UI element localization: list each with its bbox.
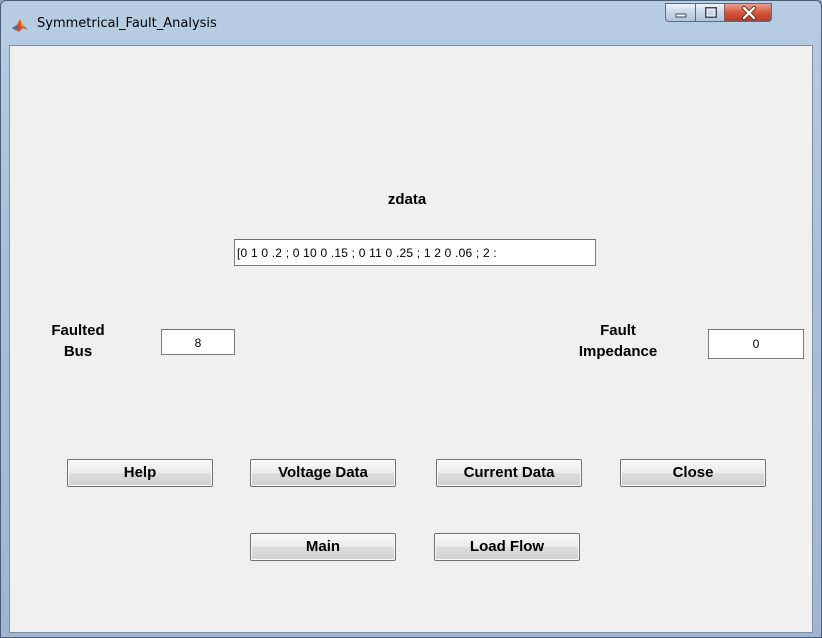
close-button[interactable]: Close <box>620 459 766 487</box>
zdata-input[interactable]: [0 1 0 .2 ; 0 10 0 .15 ; 0 11 0 .25 ; 1 … <box>234 239 596 266</box>
app-window: Symmetrical_Fault_Analysis zdata [0 1 0 … <box>0 0 822 638</box>
close-window-button[interactable] <box>724 3 772 22</box>
maximize-button[interactable] <box>695 3 725 22</box>
main-button[interactable]: Main <box>250 533 396 561</box>
current-data-button[interactable]: Current Data <box>436 459 582 487</box>
faulted-bus-label-line2: Bus <box>63 343 93 360</box>
fault-impedance-input[interactable]: 0 <box>708 329 804 359</box>
help-button[interactable]: Help <box>67 459 213 487</box>
fault-impedance-label-line2: Impedance <box>578 343 658 360</box>
minimize-button[interactable] <box>665 3 696 22</box>
faulted-bus-label: Faulted Bus <box>38 320 118 362</box>
figure-panel: zdata [0 1 0 .2 ; 0 10 0 .15 ; 0 11 0 .2… <box>9 45 813 633</box>
window-title: Symmetrical_Fault_Analysis <box>37 16 217 31</box>
title-bar[interactable]: Symmetrical_Fault_Analysis <box>1 1 821 43</box>
maximize-icon <box>705 7 717 18</box>
fault-impedance-label: Fault Impedance <box>566 320 670 362</box>
matlab-logo-icon <box>12 19 28 32</box>
faulted-bus-input[interactable]: 8 <box>161 329 235 355</box>
fault-impedance-label-line1: Fault <box>600 322 636 339</box>
minimize-icon <box>675 13 687 18</box>
close-icon <box>742 6 756 20</box>
voltage-data-button[interactable]: Voltage Data <box>250 459 396 487</box>
load-flow-button[interactable]: Load Flow <box>434 533 580 561</box>
faulted-bus-label-line1: Faulted <box>51 322 105 339</box>
zdata-label: zdata <box>387 191 427 208</box>
